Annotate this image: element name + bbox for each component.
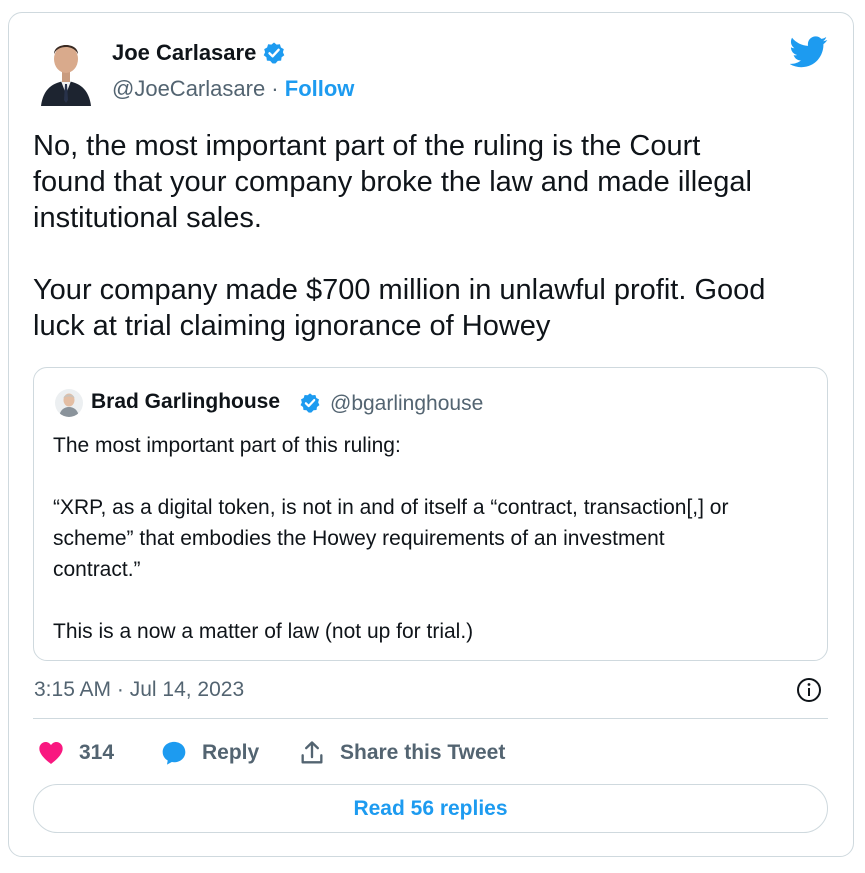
handle-separator: ·	[265, 76, 285, 101]
quoted-tweet[interactable]: Brad Garlinghouse @bgarlinghouse The mos…	[33, 367, 828, 661]
heart-icon	[39, 742, 63, 764]
read-replies-button[interactable]: Read 56 replies	[33, 784, 828, 833]
quoted-author-handle: @bgarlinghouse	[330, 392, 484, 415]
tweet-text: No, the most important part of the rulin…	[33, 130, 766, 342]
info-icon[interactable]	[796, 677, 822, 703]
quoted-tweet-text: The most important part of this ruling: …	[53, 434, 729, 643]
quoted-author-name: Brad Garlinghouse	[91, 390, 281, 413]
reply-label: Reply	[202, 741, 260, 764]
verified-badge-icon	[299, 392, 321, 414]
author-handle-line: @JoeCarlasare · Follow	[112, 76, 354, 102]
divider	[33, 718, 828, 719]
twitter-bird-icon[interactable]	[789, 36, 828, 68]
author-name[interactable]: Joe Carlasare	[112, 40, 256, 66]
quoted-author-avatar	[55, 389, 83, 417]
follow-button[interactable]: Follow	[285, 76, 355, 101]
reply-button[interactable]: Reply	[160, 738, 259, 768]
share-button[interactable]: Share this Tweet	[298, 738, 505, 768]
author-avatar[interactable]	[39, 34, 93, 106]
like-button[interactable]: 314	[37, 738, 114, 768]
verified-badge-icon	[262, 41, 286, 65]
speech-bubble-icon	[162, 741, 186, 765]
read-replies-label: Read 56 replies	[353, 796, 508, 820]
share-label: Share this Tweet	[340, 741, 506, 764]
tweet-timestamp[interactable]: 3:15 AM · Jul 14, 2023	[34, 678, 244, 702]
author-handle[interactable]: @JoeCarlasare	[112, 76, 265, 101]
like-count: 314	[79, 741, 115, 764]
share-arrow-icon	[301, 741, 323, 764]
